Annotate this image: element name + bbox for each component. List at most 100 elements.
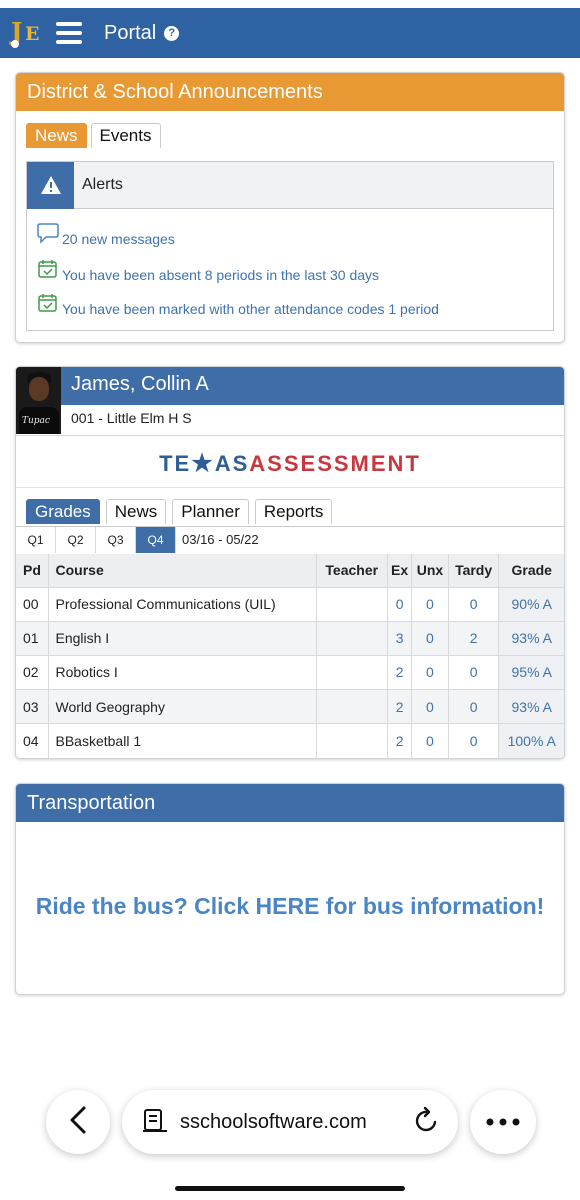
announcement-tabs: News Events: [26, 123, 161, 148]
tab-reports[interactable]: Reports: [254, 499, 333, 524]
cell-teacher[interactable]: [316, 654, 389, 690]
quarter-selector: Q1 Q2 Q3 Q4 03/16 - 05/22: [16, 526, 564, 553]
table-row: 02 Robotics I 2 0 0 95% A: [16, 654, 564, 690]
logo-part-te: TE: [159, 451, 192, 476]
transportation-panel: Transportation Ride the bus? Click HERE …: [15, 783, 565, 995]
cell-grade[interactable]: 100% A: [498, 723, 564, 758]
cell-unx[interactable]: 0: [411, 586, 449, 622]
texas-assessment-logo[interactable]: TE★ASASSESSMENT: [16, 449, 564, 478]
announcements-header: District & School Announcements: [16, 73, 564, 111]
cell-teacher[interactable]: [316, 586, 389, 622]
chat-bubble-icon: [37, 222, 62, 247]
logo-part-assessment: ASSESSMENT: [249, 451, 421, 476]
cell-grade[interactable]: 93% A: [498, 689, 564, 724]
announcements-panel: District & School Announcements News Eve…: [15, 72, 565, 343]
column-header-unx: Unx: [411, 554, 449, 587]
reload-icon[interactable]: [414, 1106, 440, 1139]
cell-ex[interactable]: 3: [387, 620, 413, 656]
quarter-q1[interactable]: Q1: [16, 527, 56, 553]
grades-table: Pd Course Teacher Ex Unx Tardy Grade 00 …: [16, 554, 564, 758]
tabs-overview-icon[interactable]: [142, 1107, 168, 1138]
cell-course: Professional Communications (UIL): [48, 586, 317, 622]
tab-planner[interactable]: Planner: [172, 499, 249, 524]
photo-shirt-text: Tupac: [22, 416, 50, 426]
quarter-q4[interactable]: Q4: [136, 527, 176, 553]
cell-grade[interactable]: 93% A: [498, 620, 564, 656]
tab-news[interactable]: News: [26, 123, 87, 148]
url-text: sschoolsoftware.com: [180, 1110, 367, 1133]
quarter-q3[interactable]: Q3: [96, 527, 136, 553]
quarter-q2[interactable]: Q2: [56, 527, 96, 553]
cell-course: Robotics I: [48, 654, 317, 690]
quarter-dates: 03/16 - 05/22: [182, 532, 259, 547]
cell-ex[interactable]: 2: [387, 723, 413, 758]
column-header-course: Course: [48, 554, 317, 587]
tab-events[interactable]: Events: [90, 123, 161, 148]
alert-absences[interactable]: You have been absent 8 periods in the la…: [37, 258, 379, 283]
url-bar[interactable]: sschoolsoftware.com: [122, 1090, 458, 1154]
back-button[interactable]: [46, 1090, 110, 1154]
student-tabs: Grades News Planner Reports: [26, 499, 333, 524]
more-options-button[interactable]: [470, 1090, 536, 1154]
alert-messages[interactable]: 20 new messages: [37, 222, 175, 247]
cell-tardy[interactable]: 0: [448, 654, 500, 690]
tab-news[interactable]: News: [105, 499, 167, 524]
calendar-check-icon: [37, 292, 62, 317]
star-icon: ★: [191, 450, 215, 477]
column-header-grade: Grade: [498, 554, 564, 587]
table-row: 00 Professional Communications (UIL) 0 0…: [16, 586, 564, 622]
logo-ball-icon: [11, 40, 19, 48]
cell-course: English I: [48, 620, 317, 656]
cell-tardy[interactable]: 0: [448, 586, 500, 622]
cell-tardy[interactable]: 0: [448, 723, 500, 758]
cell-tardy[interactable]: 2: [448, 620, 500, 656]
cell-unx[interactable]: 0: [411, 654, 449, 690]
table-row: 04 BBasketball 1 2 0 0 100% A: [16, 723, 564, 758]
cell-grade[interactable]: 90% A: [498, 586, 564, 622]
cell-ex[interactable]: 2: [387, 689, 413, 724]
alert-attendance-codes[interactable]: You have been marked with other attendan…: [37, 292, 439, 317]
alert-text: You have been marked with other attendan…: [62, 301, 439, 317]
student-photo: Tupac: [16, 367, 61, 434]
logo-part-as: AS: [214, 451, 250, 476]
calendar-check-icon: [37, 258, 62, 283]
table-row: 03 World Geography 2 0 0 93% A: [16, 689, 564, 724]
cell-grade[interactable]: 95% A: [498, 654, 564, 690]
cell-tardy[interactable]: 0: [448, 689, 500, 724]
cell-teacher[interactable]: [316, 620, 389, 656]
column-header-teacher: Teacher: [316, 554, 389, 587]
alert-text: You have been absent 8 periods in the la…: [62, 267, 380, 283]
alerts-header: Alerts: [27, 161, 553, 209]
chevron-left-icon: [68, 1105, 88, 1140]
cell-ex[interactable]: 0: [387, 586, 413, 622]
cell-pd: 01: [16, 620, 49, 656]
student-name: James, Collin A: [71, 373, 209, 395]
browser-toolbar: sschoolsoftware.com: [0, 1085, 580, 1157]
student-school: 001 - Little Elm H S: [71, 410, 192, 426]
cell-unx[interactable]: 0: [411, 689, 449, 724]
cell-pd: 04: [16, 723, 49, 758]
cell-pd: 03: [16, 689, 49, 724]
cell-unx[interactable]: 0: [411, 723, 449, 758]
cell-pd: 02: [16, 654, 49, 690]
column-header-ex: Ex: [387, 554, 413, 587]
alert-text: 20 new messages: [62, 231, 175, 247]
top-app-bar: J E Portal ?: [0, 8, 580, 58]
cell-teacher[interactable]: [316, 723, 389, 758]
transportation-header: Transportation: [16, 784, 564, 822]
ellipsis-icon: [486, 1113, 520, 1131]
tab-grades[interactable]: Grades: [26, 499, 100, 524]
cell-unx[interactable]: 0: [411, 620, 449, 656]
warning-icon: [27, 161, 74, 209]
cell-course: BBasketball 1: [48, 723, 317, 758]
bus-information-link[interactable]: Ride the bus? Click HERE for bus informa…: [16, 893, 564, 920]
cell-pd: 00: [16, 586, 49, 622]
help-icon[interactable]: ?: [164, 25, 180, 41]
student-panel: Tupac James, Collin A 001 - Little Elm H…: [15, 366, 565, 759]
hamburger-menu-icon[interactable]: [56, 22, 82, 44]
column-header-tardy: Tardy: [448, 554, 500, 587]
cell-ex[interactable]: 2: [387, 654, 413, 690]
cell-teacher[interactable]: [316, 689, 389, 724]
school-logo[interactable]: J E: [8, 13, 48, 53]
page-title: Portal: [104, 21, 157, 44]
